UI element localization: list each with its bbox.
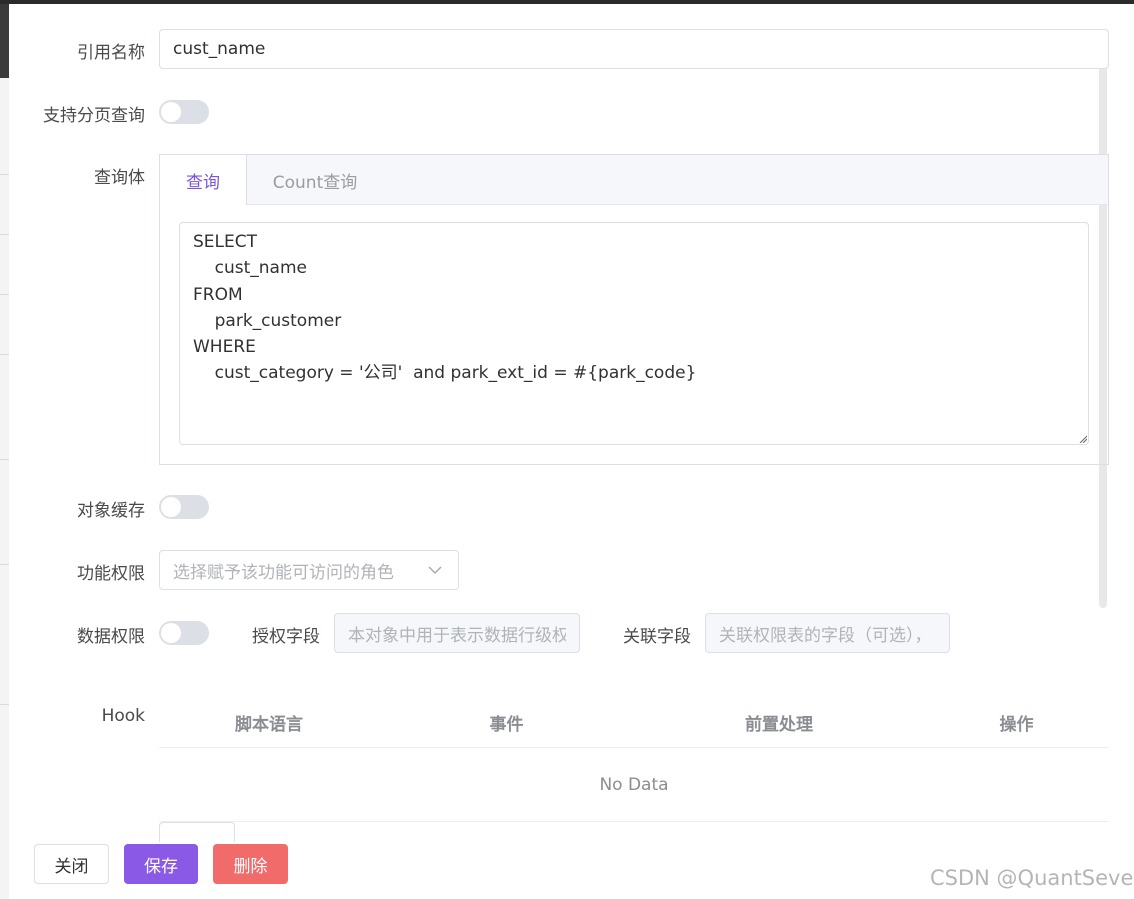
background-divider	[0, 459, 9, 460]
background-divider	[0, 294, 9, 295]
watermark: CSDN @QuantSeven	[930, 866, 1134, 890]
paging-label: 支持分页查询	[43, 106, 145, 126]
ref-name-value: cust_name	[173, 39, 266, 59]
switch-knob	[161, 623, 181, 643]
window-top-edge	[0, 0, 1134, 4]
object-cache-label: 对象缓存	[77, 501, 145, 521]
func-perm-label: 功能权限	[77, 564, 145, 584]
paging-switch[interactable]	[159, 100, 209, 124]
switch-knob	[161, 497, 181, 517]
auth-field-label: 授权字段	[252, 627, 320, 647]
col-actions: 操作	[999, 714, 1034, 735]
background-divider	[0, 174, 9, 175]
background-page-edge	[0, 4, 9, 899]
data-perm-switch[interactable]	[159, 621, 209, 645]
ref-name-label: 引用名称	[77, 43, 145, 63]
resize-handle-icon[interactable]	[1079, 435, 1087, 443]
save-button[interactable]: 保存	[124, 844, 198, 884]
background-divider	[0, 704, 9, 705]
func-perm-placeholder: 选择赋予该功能可访问的角色	[173, 562, 394, 583]
hook-table-empty: No Data	[159, 748, 1109, 822]
add-hook-button[interactable]	[159, 822, 235, 842]
object-cache-switch[interactable]	[159, 495, 209, 519]
col-preprocess: 前置处理	[745, 714, 813, 735]
query-tabs: 查询 Count查询 SELECT cust_name FROM park_cu…	[159, 154, 1109, 465]
rel-field-placeholder: 关联权限表的字段（可选），	[719, 625, 932, 646]
tab-query[interactable]: 查询	[160, 155, 247, 205]
close-button[interactable]: 关闭	[34, 844, 109, 884]
query-sql-textarea[interactable]: SELECT cust_name FROM park_customer WHER…	[179, 222, 1089, 445]
rel-field-input[interactable]: 关联权限表的字段（可选），	[705, 613, 950, 653]
background-divider	[0, 354, 9, 355]
rel-field-label: 关联字段	[623, 627, 691, 647]
query-body-label: 查询体	[94, 168, 145, 188]
hook-label: Hook	[101, 706, 145, 726]
data-perm-label: 数据权限	[77, 627, 145, 647]
chevron-down-icon	[428, 566, 442, 575]
col-script-language: 脚本语言	[235, 714, 303, 735]
background-divider	[0, 234, 9, 235]
switch-knob	[161, 102, 181, 122]
col-event: 事件	[489, 714, 524, 735]
delete-button[interactable]: 删除	[213, 844, 288, 884]
auth-field-placeholder: 本对象中用于表示数据行级权限的字段	[348, 625, 566, 646]
background-divider	[0, 564, 9, 565]
func-perm-select[interactable]: 选择赋予该功能可访问的角色	[159, 550, 459, 590]
ref-name-input[interactable]: cust_name	[159, 29, 1109, 69]
auth-field-input[interactable]: 本对象中用于表示数据行级权限的字段	[334, 613, 580, 653]
hook-table-header: 脚本语言 事件 前置处理 操作	[159, 698, 1109, 748]
background-dark-block	[0, 4, 9, 78]
tab-count-query[interactable]: Count查询	[247, 155, 383, 205]
